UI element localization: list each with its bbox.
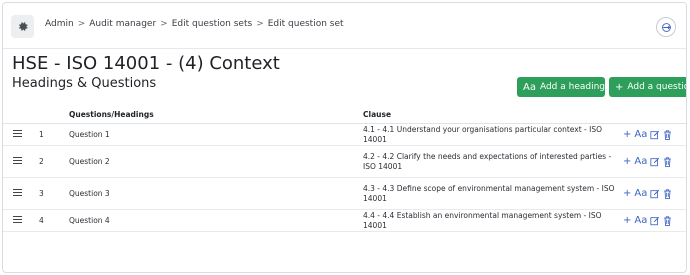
- breadcrumb: Admin > Audit manager > Edit question sets > E…: [45, 19, 344, 29]
- row-clause: 4.1 - 4.1 Understand your organisations …: [363, 124, 603, 144]
- row-question: Question 3: [69, 177, 363, 210]
- user-menu-button[interactable]: [656, 17, 676, 37]
- row-number: 1: [39, 123, 69, 146]
- row-actions: + Aa: [623, 156, 686, 167]
- add-heading-row-icon[interactable]: Aa: [634, 129, 647, 140]
- edit-icon[interactable]: [650, 130, 660, 140]
- table-row: 2 Question 2 4.2 - 4.2 Clarify the needs…: [3, 145, 686, 178]
- add-heading-button[interactable]: Aa Add a heading: [517, 77, 605, 97]
- header-questions: Questions/Headings: [69, 105, 363, 124]
- page-title: HSE - ISO 14001 - (4) Context: [12, 53, 280, 74]
- table-header-row: Questions/Headings Clause: [3, 105, 686, 124]
- row-actions: + Aa: [623, 188, 686, 199]
- add-child-icon[interactable]: +: [623, 156, 631, 167]
- breadcrumb-admin[interactable]: Admin: [45, 19, 74, 29]
- row-number: 3: [39, 177, 69, 210]
- add-heading-row-icon[interactable]: Aa: [634, 156, 647, 167]
- header-clause: Clause: [363, 105, 623, 124]
- trash-icon[interactable]: [663, 188, 672, 199]
- add-heading-row-icon[interactable]: Aa: [634, 188, 647, 199]
- drag-handle-icon[interactable]: [13, 189, 22, 197]
- breadcrumb-current: Edit question set: [267, 19, 344, 29]
- row-clause: 4.2 - 4.2 Clarify the needs and expectat…: [363, 151, 612, 171]
- breadcrumb-separator: >: [77, 19, 86, 29]
- breadcrumb-edit-question-sets[interactable]: Edit question sets: [172, 19, 252, 29]
- questions-table: Questions/Headings Clause 1 Question 1 4…: [3, 105, 686, 232]
- add-child-icon[interactable]: +: [623, 188, 631, 199]
- row-actions: + Aa: [623, 129, 686, 140]
- add-question-button[interactable]: + Add a question: [609, 77, 686, 97]
- header-number: [39, 105, 69, 124]
- table-row: 1 Question 1 4.1 - 4.1 Understand your o…: [3, 123, 686, 146]
- header-handle: [3, 105, 39, 124]
- table-row: 4 Question 4 4.4 - 4.4 Establish an envi…: [3, 209, 686, 232]
- edit-icon[interactable]: [650, 189, 660, 199]
- table-row: 3 Question 3 4.3 - 4.3 Define scope of e…: [3, 177, 686, 210]
- gear-icon: [19, 22, 28, 31]
- trash-icon[interactable]: [663, 156, 672, 167]
- row-number: 4: [39, 209, 69, 232]
- drag-handle-icon[interactable]: [13, 216, 22, 224]
- plus-icon: +: [615, 81, 624, 93]
- edit-icon[interactable]: [650, 157, 660, 167]
- drag-handle-icon[interactable]: [13, 157, 22, 165]
- row-number: 2: [39, 145, 69, 178]
- header-actions: [623, 105, 686, 124]
- row-actions: + Aa: [623, 215, 686, 226]
- add-heading-label: Add a heading: [539, 82, 606, 92]
- row-question: Question 2: [69, 145, 363, 178]
- edit-icon[interactable]: [650, 216, 660, 226]
- breadcrumb-audit-manager[interactable]: Audit manager: [89, 19, 156, 29]
- add-child-icon[interactable]: +: [623, 215, 631, 226]
- user-switch-icon: [661, 22, 671, 32]
- trash-icon[interactable]: [663, 129, 672, 140]
- trash-icon[interactable]: [663, 215, 672, 226]
- row-question: Question 1: [69, 123, 363, 146]
- settings-button[interactable]: [11, 15, 34, 38]
- breadcrumb-separator: >: [160, 19, 168, 29]
- row-clause: 4.4 - 4.4 Establish an environmental man…: [363, 210, 602, 230]
- drag-handle-icon[interactable]: [13, 130, 22, 138]
- section-title: Headings & Questions: [12, 76, 157, 91]
- app-frame: Admin > Audit manager > Edit question sets > E…: [2, 2, 687, 273]
- row-question: Question 4: [69, 209, 363, 232]
- add-heading-row-icon[interactable]: Aa: [634, 215, 647, 226]
- add-question-label: Add a question: [627, 82, 686, 92]
- row-clause: 4.3 - 4.3 Define scope of environmental …: [363, 183, 615, 203]
- breadcrumb-separator: >: [256, 19, 264, 29]
- heading-icon: Aa: [523, 81, 536, 93]
- add-child-icon[interactable]: +: [623, 129, 631, 140]
- top-bar: Admin > Audit manager > Edit question sets > E…: [3, 3, 686, 49]
